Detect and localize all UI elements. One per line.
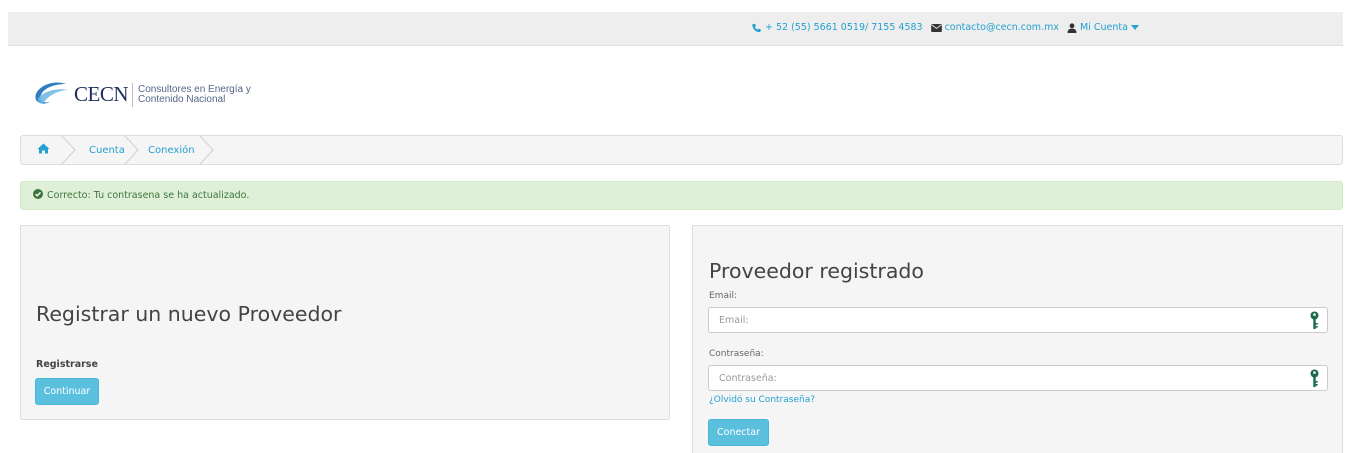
login-panel: Proveedor registrado Email: Email: Contr…: [692, 225, 1343, 453]
login-title: Proveedor registrado: [709, 259, 924, 283]
breadcrumb-home[interactable]: [37, 136, 50, 164]
logo-swoosh-icon: [32, 78, 70, 111]
topbar-links: + 52 (55) 5661 0519/ 7155 4583 contacto@…: [751, 22, 1139, 33]
email-text: contacto@cecn.com.mx: [944, 22, 1059, 33]
caret-down-icon: [1130, 25, 1139, 30]
breadcrumb: Cuenta Conexión: [20, 135, 1343, 165]
logo-tagline: Consultores en Energía y Contenido Nacio…: [138, 83, 251, 105]
email-placeholder: Email:: [719, 314, 749, 326]
phone-text: + 52 (55) 5661 0519/ 7155 4583: [765, 22, 923, 33]
site-logo[interactable]: CECN Consultores en Energía y Contenido …: [32, 78, 251, 111]
register-title: Registrar un nuevo Proveedor: [36, 302, 342, 326]
user-icon: [1067, 22, 1077, 33]
continue-button[interactable]: Continuar: [35, 378, 99, 405]
account-text: Mi Cuenta: [1079, 22, 1128, 33]
connect-button[interactable]: Conectar: [708, 419, 769, 446]
breadcrumb-label: Cuenta: [89, 144, 125, 156]
password-input[interactable]: Contraseña:: [708, 365, 1328, 391]
email-input[interactable]: Email:: [708, 307, 1328, 333]
home-icon: [37, 143, 50, 157]
breadcrumb-separator: [124, 136, 139, 164]
breadcrumb-separator: [199, 136, 214, 164]
phone-icon: [751, 23, 762, 33]
register-subtitle: Registrarse: [36, 359, 98, 370]
breadcrumb-item-conexion[interactable]: Conexión: [148, 136, 195, 164]
top-bar: + 52 (55) 5661 0519/ 7155 4583 contacto@…: [8, 12, 1343, 46]
logo-divider: [132, 82, 134, 107]
key-icon: [1310, 311, 1319, 333]
breadcrumb-label: Conexión: [148, 144, 195, 156]
password-placeholder: Contraseña:: [719, 372, 777, 384]
forgot-password-link[interactable]: ¿Olvidó su Contraseña?: [709, 395, 815, 405]
logo-name: CECN: [74, 82, 129, 106]
success-alert: Correcto: Tu contrasena se ha actualizad…: [20, 181, 1343, 210]
alert-message: Correcto: Tu contrasena se ha actualizad…: [47, 190, 250, 201]
check-circle-icon: [33, 189, 43, 202]
register-panel: Registrar un nuevo Proveedor Registrarse…: [20, 225, 670, 420]
password-label: Contraseña:: [709, 349, 764, 359]
breadcrumb-item-cuenta[interactable]: Cuenta: [89, 136, 125, 164]
envelope-icon: [930, 23, 942, 32]
breadcrumb-separator: [61, 136, 76, 164]
phone-link[interactable]: + 52 (55) 5661 0519/ 7155 4583: [751, 22, 923, 33]
key-icon: [1310, 369, 1319, 391]
account-menu[interactable]: Mi Cuenta: [1067, 22, 1139, 33]
logo-tagline-line2: Contenido Nacional: [138, 93, 226, 105]
logo-tagline-line1: Consultores en Energía y: [138, 83, 251, 95]
email-link[interactable]: contacto@cecn.com.mx: [930, 22, 1059, 33]
email-label: Email:: [709, 291, 738, 301]
